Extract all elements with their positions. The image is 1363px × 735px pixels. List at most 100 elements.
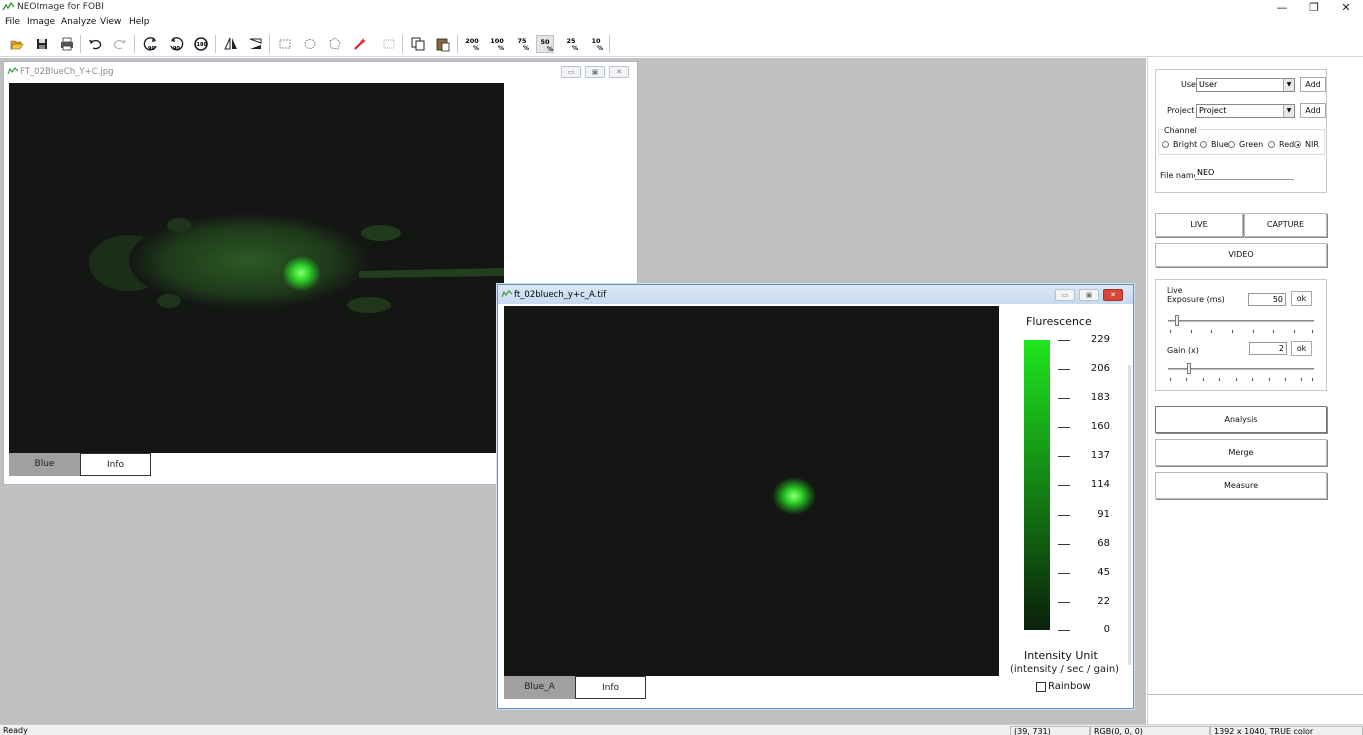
slider-tick xyxy=(1170,378,1171,381)
processed-fluorescence-image[interactable] xyxy=(504,306,999,676)
legend-tick-label: 229 xyxy=(1090,334,1110,345)
legend-tick-label: 91 xyxy=(1097,509,1110,520)
gain-slider-thumb[interactable] xyxy=(1187,363,1191,374)
title-bar: NEOImage for FOBI — ❐ ✕ xyxy=(0,0,1363,16)
measure-button[interactable]: Measure xyxy=(1155,472,1327,499)
video-button[interactable]: VIDEO xyxy=(1155,243,1327,267)
radio-blue[interactable] xyxy=(1200,141,1207,148)
menu-file[interactable]: File xyxy=(5,17,20,27)
slider-tick xyxy=(1191,330,1192,333)
slider-tick xyxy=(1312,330,1313,333)
menu-help[interactable]: Help xyxy=(129,17,150,27)
undo-icon[interactable] xyxy=(86,35,104,53)
image-window-2-title: ft_02bluech_y+c_A.tif xyxy=(514,290,607,300)
radio-nir[interactable] xyxy=(1294,141,1301,148)
exposure-slider-track[interactable] xyxy=(1168,320,1314,322)
zoom-200-unit: % xyxy=(473,45,480,52)
status-coordinates: (39, 731) xyxy=(1010,726,1090,735)
radio-red[interactable] xyxy=(1268,141,1275,148)
legend-tick xyxy=(1058,544,1070,545)
filename-input[interactable]: NEO xyxy=(1195,167,1294,180)
zoom-75-unit: % xyxy=(523,45,530,52)
mouse-silhouette xyxy=(89,213,504,313)
slider-tick xyxy=(1253,330,1254,333)
open-icon[interactable] xyxy=(8,35,26,53)
child-close-button[interactable]: ✕ xyxy=(609,66,629,78)
rect-select-icon[interactable] xyxy=(276,35,294,53)
legend-tick xyxy=(1058,602,1070,603)
image-window-1-titlebar[interactable]: FT_02BlueCh_Y+C.jpg ▭ ▣ ✕ xyxy=(4,62,637,81)
rotate-right-icon[interactable]: 90 xyxy=(167,35,185,53)
menu-analyze[interactable]: Analyze xyxy=(61,17,96,27)
crop-icon[interactable] xyxy=(380,35,398,53)
mouse-fluorescence-image[interactable] xyxy=(9,83,504,453)
child-close-button[interactable]: ✕ xyxy=(1103,289,1123,301)
app-title: NEOImage for FOBI xyxy=(17,2,104,12)
zoom-25-button[interactable]: 25% xyxy=(562,35,580,53)
zoom-100-unit: % xyxy=(498,45,505,52)
child-minimize-button[interactable]: ▭ xyxy=(561,66,581,78)
exposure-slider-thumb[interactable] xyxy=(1175,315,1179,326)
save-icon[interactable] xyxy=(33,35,51,53)
status-image-size: 1392 x 1040, TRUE color xyxy=(1210,726,1363,735)
zoom-50-button[interactable]: 50% xyxy=(536,35,554,53)
child-restore-button[interactable]: ▣ xyxy=(1079,289,1099,301)
vertical-scrollbar[interactable] xyxy=(1128,365,1131,665)
capture-button[interactable]: CAPTURE xyxy=(1244,213,1327,237)
rotate-180-icon[interactable]: 180 xyxy=(192,35,210,53)
child-minimize-button[interactable]: ▭ xyxy=(1055,289,1075,301)
rainbow-label: Rainbow xyxy=(1048,681,1091,692)
redo-icon[interactable] xyxy=(111,35,129,53)
menu-image[interactable]: Image xyxy=(27,17,55,27)
slider-tick xyxy=(1301,378,1302,381)
zoom-100-button[interactable]: 100% xyxy=(488,35,506,53)
add-project-button[interactable]: Add xyxy=(1300,103,1326,118)
project-select[interactable]: Project ▼ xyxy=(1196,104,1295,118)
rainbow-checkbox[interactable] xyxy=(1036,682,1046,692)
slider-tick xyxy=(1269,378,1270,381)
menu-view[interactable]: View xyxy=(100,17,121,27)
add-user-button[interactable]: Add xyxy=(1300,77,1326,92)
magic-wand-icon[interactable] xyxy=(351,35,369,53)
zoom-200-button[interactable]: 200% xyxy=(463,35,481,53)
exposure-input[interactable]: 50 xyxy=(1248,293,1286,306)
legend-tick-label: 160 xyxy=(1090,421,1110,432)
ellipse-select-icon[interactable] xyxy=(301,35,319,53)
chevron-down-icon: ▼ xyxy=(1283,105,1294,117)
rotate-left-icon[interactable]: 90 xyxy=(142,35,160,53)
merge-button[interactable]: Merge xyxy=(1155,439,1327,466)
radio-bright[interactable] xyxy=(1162,141,1169,148)
polygon-select-icon[interactable] xyxy=(326,35,344,53)
tab-info[interactable]: Info xyxy=(80,453,151,476)
print-icon[interactable] xyxy=(58,35,76,53)
flip-horizontal-icon[interactable] xyxy=(222,35,240,53)
panel-divider xyxy=(1148,694,1363,695)
image-window-2-titlebar[interactable]: ft_02bluech_y+c_A.tif ▭ ▣ ✕ xyxy=(498,285,1133,304)
window-logo-icon xyxy=(7,67,19,75)
image-window-2[interactable]: ft_02bluech_y+c_A.tif ▭ ▣ ✕ Flurescence xyxy=(497,284,1134,709)
tab-blue-a[interactable]: Blue_A xyxy=(504,676,575,699)
radio-green[interactable] xyxy=(1228,141,1235,148)
gain-ok-button[interactable]: ok xyxy=(1291,341,1312,356)
exposure-ok-button[interactable]: ok xyxy=(1291,291,1312,306)
slider-tick xyxy=(1312,378,1313,381)
paste-icon[interactable] xyxy=(434,35,452,53)
control-panel: User User ▼ Add Project Project ▼ Add Ch… xyxy=(1147,58,1363,724)
flip-vertical-icon[interactable] xyxy=(247,35,265,53)
user-select[interactable]: User ▼ xyxy=(1196,78,1295,92)
analysis-button[interactable]: Analysis xyxy=(1155,406,1327,433)
live-button[interactable]: LIVE xyxy=(1155,213,1243,237)
copy-icon[interactable] xyxy=(409,35,427,53)
tab-info[interactable]: Info xyxy=(575,676,646,699)
restore-button[interactable]: ❐ xyxy=(1299,0,1329,16)
settings-group: User User ▼ Add Project Project ▼ Add Ch… xyxy=(1155,69,1327,193)
tab-blue[interactable]: Blue xyxy=(9,453,80,476)
zoom-75-button[interactable]: 75% xyxy=(513,35,531,53)
radio-green-label: Green xyxy=(1239,140,1264,149)
zoom-10-button[interactable]: 10% xyxy=(587,35,605,53)
gain-input[interactable]: 2 xyxy=(1249,342,1287,355)
svg-text:90: 90 xyxy=(173,46,180,52)
minimize-button[interactable]: — xyxy=(1267,0,1297,16)
close-button[interactable]: ✕ xyxy=(1331,0,1361,16)
child-restore-button[interactable]: ▣ xyxy=(585,66,605,78)
